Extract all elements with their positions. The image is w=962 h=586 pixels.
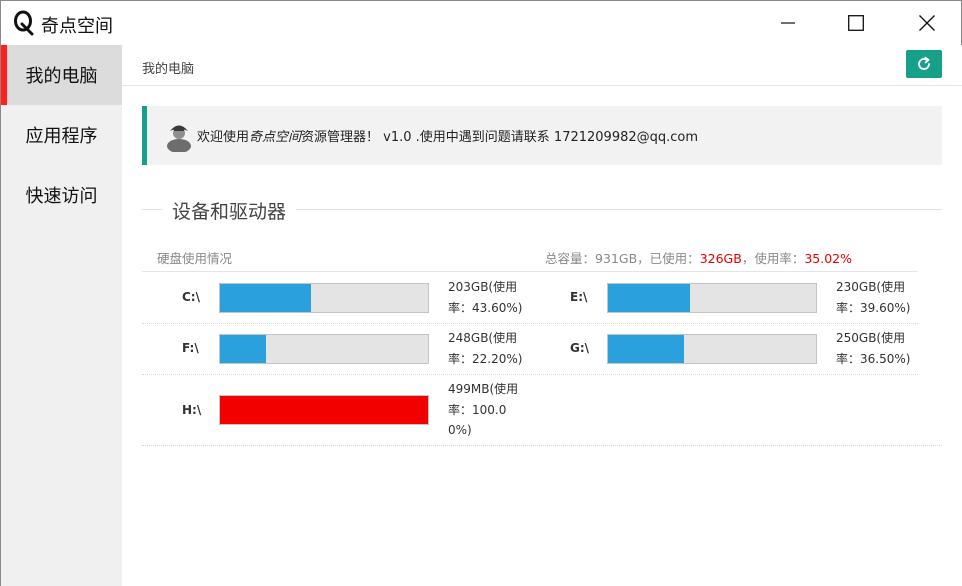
disk-summary: 硬盘使用情况 总容量：931GB，已使用：326GB，使用率：35.02% [142,242,918,272]
drive-usage-fill [220,335,267,363]
drive-usage-bar [219,334,429,364]
main-content: 我的电脑 欢迎使用奇点空间资源管理器！ v1.0 .使用中遇到问题请联系 172… [122,45,962,586]
notice-brand: 奇点空间 [249,130,302,145]
app-logo-icon [14,10,34,36]
drive-item-g[interactable]: G:\ 250GB(使用率：36.50%) [530,324,918,374]
sidebar-item-label: 我的电脑 [25,66,98,87]
breadcrumb-bar: 我的电脑 [122,45,962,86]
drive-usage-text: 499MB(使用率：100.00%) [448,382,519,437]
drive-letter: C:\ [182,290,200,304]
section-title: 设备和驱动器 [162,197,297,224]
drive-usage-bar [219,283,429,313]
drive-usage-text: 230GB(使用率：39.60%) [836,280,911,315]
drive-item-e[interactable]: E:\ 230GB(使用率：39.60%) [530,273,918,323]
notice-suffix: 资源管理器！ v1.0 .使用中遇到问题请联系 1721209982@qq.co… [301,130,699,145]
drive-usage-text: 203GB(使用率：43.60%) [448,280,523,315]
drive-usage-bar [219,395,429,425]
drive-usage-fill [608,335,684,363]
minimize-icon [781,22,795,24]
avatar [167,125,191,152]
drive-item-c[interactable]: C:\ 203GB(使用率：43.60%) [142,273,530,323]
rate-label: ，使用率： [741,251,805,266]
maximize-icon [848,15,864,31]
drive-row: F:\ 248GB(使用率：22.20%) G:\ 250GB(使用率：36.5… [142,324,918,375]
drive-usage-fill [220,284,311,312]
drive-item-h[interactable]: H:\ 499MB(使用率：100.00%) [142,375,530,445]
total-value: 931GB [595,251,638,266]
sidebar-item-label: 快速访问 [25,186,98,207]
sidebar-item-quick-access[interactable]: 快速访问 [1,165,122,225]
notice-text: 欢迎使用奇点空间资源管理器！ v1.0 .使用中遇到问题请联系 17212099… [197,126,698,145]
drive-row: H:\ 499MB(使用率：100.00%) [142,375,942,446]
sidebar-item-label: 应用程序 [25,126,98,147]
summary-stats: 总容量：931GB，已使用：326GB，使用率：35.02% [545,248,852,267]
rate-value: 35.02% [804,251,852,266]
notice-prefix: 欢迎使用 [197,130,250,145]
drive-usage-bar [607,334,817,364]
summary-label: 硬盘使用情况 [157,251,233,266]
minimize-button[interactable] [765,1,811,45]
drive-usage-fill [608,284,691,312]
sidebar: 我的电脑 应用程序 快速访问 [1,45,122,586]
app-title: 奇点空间 [41,16,113,37]
drive-item-f[interactable]: F:\ 248GB(使用率：22.20%) [142,324,530,374]
sidebar-item-applications[interactable]: 应用程序 [1,105,122,165]
sidebar-item-my-computer[interactable]: 我的电脑 [1,45,122,105]
title-bar: 奇点空间 [1,1,961,45]
welcome-notice: 欢迎使用奇点空间资源管理器！ v1.0 .使用中遇到问题请联系 17212099… [142,106,942,165]
close-icon [919,15,935,31]
drive-letter: F:\ [182,341,199,355]
drive-usage-text: 248GB(使用率：22.20%) [448,331,523,366]
breadcrumb: 我的电脑 [142,62,195,77]
drive-letter: E:\ [570,290,588,304]
drive-usage-bar [607,283,817,313]
drive-letter: H:\ [182,403,202,417]
maximize-button[interactable] [833,1,879,45]
drive-letter: G:\ [570,341,590,355]
close-button[interactable] [904,1,950,45]
drive-usage-text: 250GB(使用率：36.50%) [836,331,911,366]
drive-usage-fill [220,396,428,424]
total-label: 总容量： [545,251,596,266]
drive-row: C:\ 203GB(使用率：43.60%) E:\ 230GB(使用率：39.6… [142,273,918,324]
refresh-icon [918,56,930,70]
refresh-button[interactable] [906,50,942,78]
used-value: 326GB [699,251,742,266]
used-label: ，已使用： [637,251,700,266]
app-window: 奇点空间 我的电脑 应用程序 快速访问 我的电脑 欢迎使用奇点空间资源管理器！ … [0,0,962,586]
